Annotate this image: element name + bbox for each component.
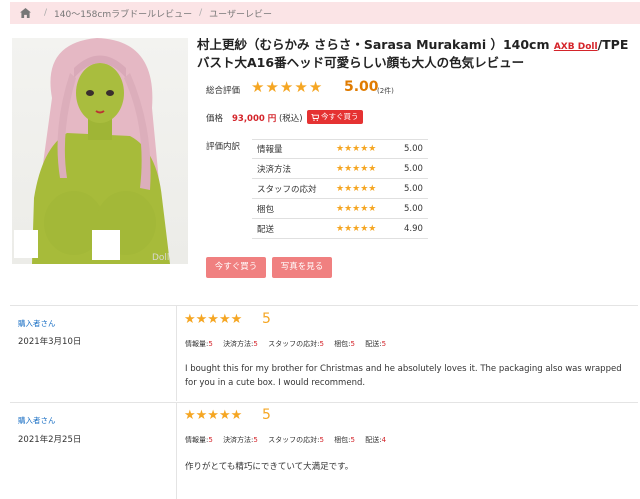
detail-label: 梱包: — [334, 340, 351, 348]
product-photo: Doll — [14, 38, 170, 264]
review-score: 5 — [262, 311, 271, 327]
breakdown-row-label: 決済方法 — [257, 164, 292, 175]
price-tax: (税込) — [278, 114, 303, 124]
detail-label: 決済方法: — [223, 436, 254, 444]
breakdown-row-label: 情報量 — [257, 145, 283, 155]
breadcrumb: / 140～158cmラブドールレビュー / ユーザーレビー — [10, 2, 640, 24]
review-divider — [176, 306, 177, 401]
product-title: 村上更紗（むらかみ さらさ・Sarasa Murakami ）140cm AXB… — [197, 37, 637, 71]
price-label: 価格 — [206, 114, 224, 124]
breakdown-row: 梱包 ★★★★★ 5.00 — [252, 199, 428, 219]
breakdown-row-value: 5.00 — [404, 203, 423, 214]
detail-value: 5 — [319, 340, 324, 348]
breakdown-stars-icon: ★★★★★ — [336, 183, 377, 194]
overall-score: 5.00 — [344, 79, 379, 95]
breadcrumb-separator: / — [44, 8, 48, 18]
review-stars-icon: ★★★★★ — [184, 312, 243, 327]
review-details: 情報量:5 決済方法:5 スタッフの応対:5 梱包:5 配送:4 — [185, 435, 394, 445]
detail-value: 5 — [350, 340, 356, 348]
buy-now-small-button[interactable]: 今すぐ買う — [307, 110, 363, 124]
reviewer-name: 購入者さん — [18, 319, 56, 328]
detail-label: 配送: — [365, 436, 382, 444]
breakdown-row-value: 5.00 — [404, 183, 423, 194]
detail-label: スタッフの応対: — [268, 436, 320, 444]
detail-value: 5 — [253, 436, 258, 444]
star-icon: ★ — [251, 78, 265, 96]
breakdown-row-value: 5.00 — [404, 163, 423, 174]
breakdown-stars-icon: ★★★★★ — [336, 223, 377, 234]
review-body: I bought this for my brother for Christm… — [185, 364, 622, 388]
breakdown-row: 情報量 ★★★★★ 5.00 — [252, 139, 428, 159]
review-stars-icon: ★★★★★ — [184, 408, 243, 423]
breakdown-row-value: 5.00 — [404, 144, 423, 154]
star-icon: ★ — [294, 78, 308, 96]
breakdown-row-value: 4.90 — [404, 223, 423, 234]
breakdown-row-label: 梱包 — [257, 204, 275, 215]
review-date: 2021年2月25日 — [18, 435, 82, 445]
overall-rating-label: 総合評価 — [206, 86, 241, 96]
product-image[interactable]: Doll — [12, 38, 188, 264]
review-item: 購入者さん 2021年2月25日 ★★★★★ 5 情報量:5 決済方法:5 スタ… — [10, 402, 638, 499]
buy-now-button[interactable]: 今すぐ買う — [206, 257, 266, 278]
detail-label: 配送: — [365, 340, 382, 348]
breakdown-row-label: スタッフの応対 — [257, 184, 317, 195]
buy-now-small-label: 今すぐ買う — [321, 112, 359, 121]
breakdown-row-label: 配送 — [257, 224, 275, 235]
star-icon: ★ — [279, 78, 294, 96]
breakdown-row: 配送 ★★★★★ 4.90 — [252, 219, 428, 239]
breakdown-stars-icon: ★★★★★ — [336, 203, 377, 214]
detail-value: 5 — [381, 340, 387, 348]
detail-label: 情報量: — [185, 340, 209, 348]
breakdown-stars-icon: ★★★★★ — [336, 144, 377, 154]
review-score: 5 — [262, 407, 271, 423]
view-photos-button[interactable]: 写真を見る — [272, 257, 332, 278]
cart-icon — [311, 113, 319, 121]
detail-label: スタッフの応対: — [268, 340, 320, 348]
breadcrumb-item-current: ユーザーレビー — [209, 9, 272, 20]
review-date: 2021年3月10日 — [18, 337, 82, 347]
breakdown-row: 決済方法 ★★★★★ 5.00 — [252, 159, 428, 179]
review-divider — [176, 403, 177, 499]
breadcrumb-separator: / — [199, 8, 203, 18]
detail-value: 5 — [208, 436, 213, 444]
price-value: 93,000 円 — [232, 114, 277, 124]
home-icon[interactable] — [20, 8, 31, 18]
overall-stars: ★ ★ ★ ★ ★ — [251, 79, 322, 95]
product-title-main: 村上更紗（むらかみ さらさ・Sarasa Murakami ）140cm — [197, 37, 554, 52]
breadcrumb-item-category[interactable]: 140～158cmラブドールレビュー — [54, 7, 192, 20]
rating-breakdown-table: 情報量 ★★★★★ 5.00 決済方法 ★★★★★ 5.00 スタッフの応対 ★… — [252, 139, 428, 239]
overall-count: (2件) — [377, 87, 394, 95]
review-body: 作りがとても精巧にできていて大満足です。 — [185, 462, 354, 472]
detail-label: 決済方法: — [223, 340, 254, 348]
breakdown-stars-icon: ★★★★★ — [336, 163, 377, 174]
review-item: 購入者さん 2021年3月10日 ★★★★★ 5 情報量:5 決済方法:5 スタ… — [10, 305, 638, 401]
star-icon: ★ — [308, 78, 323, 96]
reviewer-name: 購入者さん — [18, 416, 56, 425]
breakdown-label: 評価内訳 — [206, 142, 241, 152]
price: 93,000 円 (税込) — [232, 112, 303, 124]
detail-label: 情報量: — [185, 436, 209, 444]
detail-label: 梱包: — [334, 436, 351, 444]
detail-value: 5 — [253, 340, 258, 348]
star-icon: ★ — [265, 78, 279, 96]
detail-value: 5 — [319, 436, 324, 444]
breakdown-row: スタッフの応対 ★★★★★ 5.00 — [252, 179, 428, 199]
review-details: 情報量:5 決済方法:5 スタッフの応対:5 梱包:5 配送:5 — [185, 339, 394, 349]
detail-value: 4 — [381, 436, 387, 444]
detail-value: 5 — [208, 340, 213, 348]
brand-link[interactable]: AXB Doll — [554, 42, 598, 52]
detail-value: 5 — [350, 436, 356, 444]
watermark: Doll — [152, 253, 169, 263]
